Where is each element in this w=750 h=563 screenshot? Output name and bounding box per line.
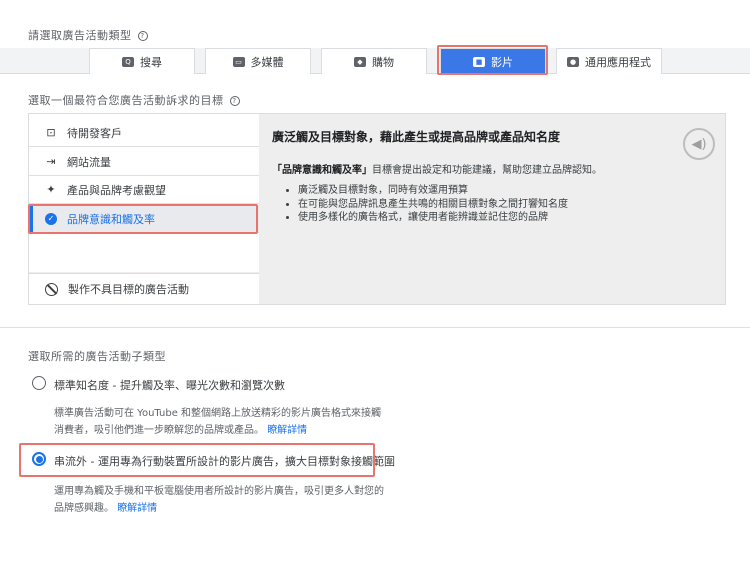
help-icon[interactable]: ? [137, 31, 148, 41]
tab-video-label: 影片 [491, 55, 513, 69]
check-circle-icon: ✓ [45, 212, 57, 225]
goal-item-brand-awareness[interactable]: ✓ 品牌意識和觸及率 [29, 205, 259, 233]
tab-display[interactable]: ▭ 多媒體 [205, 48, 311, 74]
subtype-desc-line: 消費者，吸引他們進一步瞭解您的品牌或產品。 瞭解詳情 [54, 422, 414, 439]
speaker-icon[interactable]: ◀) [683, 128, 715, 160]
goal-description-strong: 「品牌意識和觸及率」 [272, 165, 372, 176]
tab-search[interactable]: Q 搜尋 [89, 48, 195, 74]
subtype-desc-text: 品牌感興趣。 [54, 503, 114, 514]
bullet-item: 在可能與您品牌訊息產生共鳴的相關目標對象之間打響知名度 [298, 198, 568, 212]
learn-more-link[interactable]: 瞭解詳情 [267, 425, 307, 436]
search-icon: Q [122, 56, 134, 67]
help-icon[interactable]: ? [229, 96, 240, 106]
learn-more-link[interactable]: 瞭解詳情 [117, 503, 157, 514]
tab-shopping-label: 購物 [372, 55, 394, 69]
goal-title-text: 選取一個最符合您廣告活動訴求的目標 [28, 94, 224, 107]
website-traffic-icon: ⇥ [46, 155, 56, 168]
leads-icon: ⊡ [46, 126, 56, 139]
shopping-tag-icon: ◆ [354, 56, 366, 67]
goal-item-consideration[interactable]: ✦ 產品與品牌考慮觀望 [29, 176, 259, 204]
goal-description-heading: 廣泛觸及目標對象，藉此產生或提高品牌或產品知名度 [272, 130, 561, 144]
goal-item-label: 品牌意識和觸及率 [67, 212, 155, 226]
display-icon: ▭ [232, 56, 245, 67]
subtype-radio-standard[interactable] [32, 376, 46, 390]
app-icon: ● [567, 56, 579, 67]
goal-item-label: 產品與品牌考慮觀望 [67, 183, 166, 197]
subtype-title: 選取所需的廣告活動子類型 [28, 350, 166, 363]
tab-universal-app[interactable]: ● 通用應用程式 [556, 48, 662, 74]
tab-shopping[interactable]: ◆ 購物 [321, 48, 427, 74]
bullet-item: 廣泛觸及目標對象，同時有效運用預算 [298, 184, 568, 198]
tab-video[interactable]: ■ 影片 [440, 48, 546, 74]
section-divider [0, 327, 750, 328]
goal-title: 選取一個最符合您廣告活動訴求的目標? [28, 92, 240, 108]
subtype-desc-line: 品牌感興趣。 瞭解詳情 [54, 500, 414, 517]
goal-item-website-traffic[interactable]: ⇥ 網站流量 [29, 148, 259, 176]
goal-item-leads[interactable]: ⊡ 待開發客戶 [29, 119, 259, 147]
subtype-desc-text: 消費者，吸引他們進一步瞭解您的品牌或產品。 [54, 425, 264, 436]
goal-description-rest: 目標會提出設定和功能建議，幫助您建立品牌認知。 [372, 165, 602, 176]
no-entry-icon [45, 282, 58, 296]
subtype-desc-line: 運用專為觸及手機和平板電腦使用者所設計的影片廣告，吸引更多人對您的 [54, 486, 384, 497]
subtype-desc-line: 標準廣告活動可在 YouTube 和整個網路上放送精彩的影片廣告格式來接觸 [54, 408, 382, 419]
tab-display-label: 多媒體 [250, 55, 284, 69]
goal-item-no-goal[interactable]: 製作不具目標的廣告活動 [29, 273, 259, 304]
subtype-label-outstream: 串流外 - 運用專為行動裝置所設計的影片廣告，擴大目標對象接觸範圍 [54, 455, 395, 468]
bullet-item: 使用多樣化的廣告格式，讓使用者能辨識並記住您的品牌 [298, 211, 568, 225]
tab-search-label: 搜尋 [140, 55, 162, 69]
campaign-type-title: 請選取廣告活動類型? [28, 27, 148, 43]
subtype-label-standard: 標準知名度 - 提升觸及率、曝光次數和瀏覽次數 [54, 379, 285, 392]
campaign-type-title-text: 請選取廣告活動類型 [28, 29, 132, 42]
subtype-desc-standard: 標準廣告活動可在 YouTube 和整個網路上放送精彩的影片廣告格式來接觸 消費… [54, 405, 414, 439]
tab-universal-app-label: 通用應用程式 [585, 55, 651, 69]
subtype-radio-outstream[interactable] [32, 452, 46, 466]
goal-description-body: 「品牌意識和觸及率」目標會提出設定和功能建議，幫助您建立品牌認知。 [272, 161, 602, 176]
subtype-desc-outstream: 運用專為觸及手機和平板電腦使用者所設計的影片廣告，吸引更多人對您的 品牌感興趣。… [54, 483, 414, 517]
goal-item-label: 製作不具目標的廣告活動 [68, 283, 189, 296]
goal-item-label: 待開發客戶 [67, 126, 122, 140]
sparkle-icon: ✦ [46, 183, 56, 196]
goal-description-bullets: 廣泛觸及目標對象，同時有效運用預算 在可能與您品牌訊息產生共鳴的相關目標對象之間… [286, 184, 568, 225]
goal-item-label: 網站流量 [67, 155, 111, 169]
video-camera-icon: ■ [473, 56, 485, 67]
